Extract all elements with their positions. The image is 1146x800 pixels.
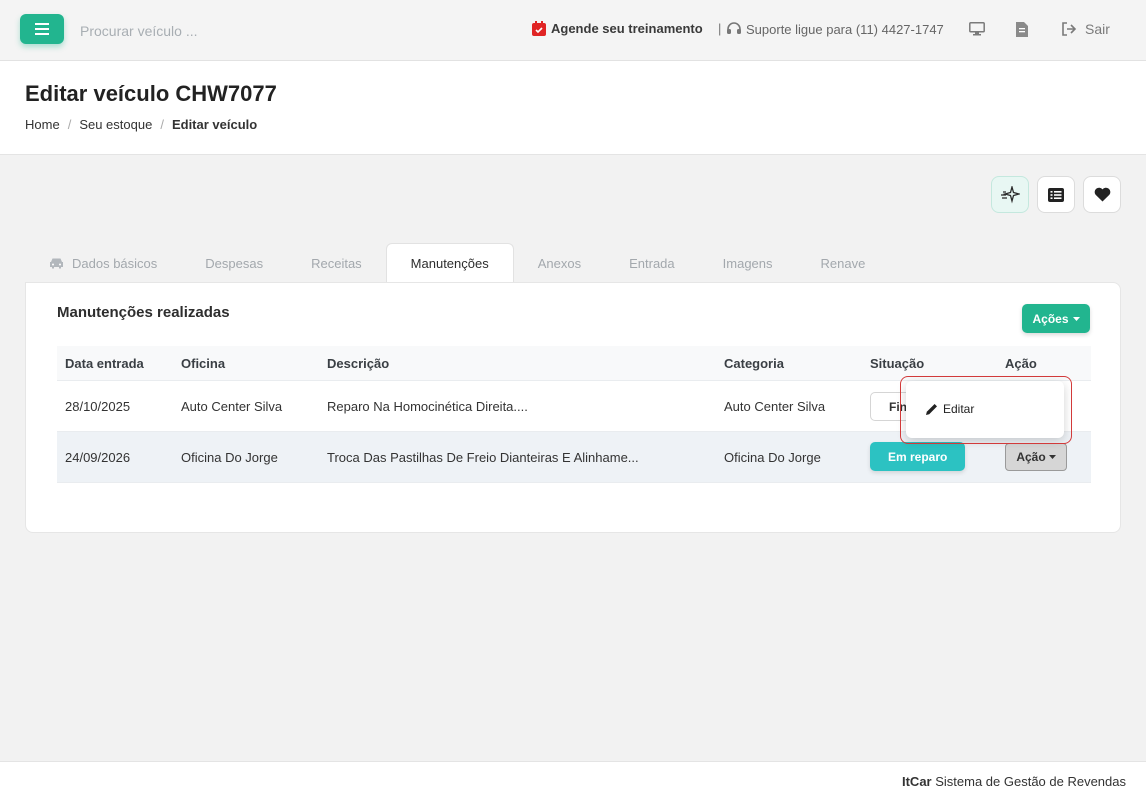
- tab-images[interactable]: Imagens: [699, 243, 797, 283]
- list-button[interactable]: [1037, 176, 1075, 213]
- cell-shop: Auto Center Silva: [181, 398, 283, 414]
- actions-label: Ações: [1032, 311, 1069, 326]
- page-title: Editar veículo CHW7077: [25, 81, 277, 106]
- menu-button[interactable]: [20, 14, 64, 44]
- breadcrumb-current: Editar veículo: [171, 117, 258, 132]
- cell-category: Auto Center Silva: [724, 398, 826, 414]
- tab-attachments[interactable]: Anexos: [514, 243, 605, 283]
- list-icon: [1048, 187, 1064, 202]
- tab-label: Imagens: [722, 255, 773, 271]
- column-header: Situação: [870, 355, 925, 371]
- footer-tagline: Sistema de Gestão de Revendas: [931, 774, 1126, 789]
- column-header: Data entrada: [65, 355, 144, 371]
- tab-label: Despesas: [205, 255, 264, 271]
- logout-label: Sair: [1085, 21, 1110, 37]
- tab-label: Dados básicos: [72, 255, 158, 271]
- breadcrumb-separator: /: [67, 117, 72, 132]
- heart-icon: [1094, 187, 1110, 202]
- card-title: Manutenções realizadas: [57, 304, 230, 321]
- breadcrumb-stock[interactable]: Seu estoque: [79, 117, 152, 132]
- cell-description: Reparo Na Homocinética Direita....: [327, 398, 528, 414]
- column-header: Oficina: [181, 355, 226, 371]
- tab-label: Manutenções: [410, 256, 489, 271]
- document-icon[interactable]: [1016, 22, 1028, 37]
- row-action-label: Ação: [1016, 450, 1046, 464]
- tab-label: Entrada: [629, 255, 675, 271]
- status-button[interactable]: Em reparo: [870, 442, 966, 471]
- breadcrumb: Home / Seu estoque / Editar veículo: [25, 117, 257, 132]
- monitor-icon[interactable]: [969, 22, 985, 36]
- column-header: Descrição: [327, 355, 390, 371]
- tab-label: Anexos: [537, 255, 582, 271]
- cell-category: Oficina Do Jorge: [724, 449, 821, 465]
- tab-basic-data[interactable]: Dados básicos: [25, 243, 181, 283]
- caret-down-icon: [1048, 455, 1056, 459]
- breadcrumb-home[interactable]: Home: [25, 117, 60, 132]
- cell-date: 28/10/2025: [65, 398, 131, 414]
- logout-button[interactable]: Sair: [1061, 21, 1110, 37]
- tab-entry[interactable]: Entrada: [605, 243, 699, 283]
- breadcrumb-separator: /: [160, 117, 164, 132]
- row-action-button[interactable]: Ação: [1005, 443, 1067, 471]
- ai-button[interactable]: [991, 176, 1029, 213]
- tab-label: Renave: [820, 255, 866, 271]
- actions-button[interactable]: Ações: [1022, 304, 1090, 333]
- caret-down-icon: [1072, 316, 1080, 321]
- status-label: Em reparo: [888, 449, 948, 464]
- highlight-box: [900, 376, 1072, 444]
- support-info: Suporte ligue para (11) 4427-1747: [726, 21, 944, 37]
- support-label: Suporte ligue para (11) 4427-1747: [746, 21, 944, 37]
- cell-shop: Oficina Do Jorge: [181, 449, 278, 465]
- search-input[interactable]: [80, 20, 340, 42]
- page-header: Editar veículo CHW7077 Home / Seu estoqu…: [0, 61, 1146, 155]
- top-bar: Agende seu treinamento | Suporte ligue p…: [0, 0, 1146, 61]
- footer-text: ItCar Sistema de Gestão de Revendas: [902, 774, 1126, 789]
- tab-label: Receitas: [311, 255, 362, 271]
- tab-maintenance[interactable]: Manutenções: [385, 243, 514, 283]
- tab-expenses[interactable]: Despesas: [181, 243, 287, 283]
- cell-date: 24/09/2026: [65, 449, 131, 465]
- cell-description: Troca Das Pastilhas De Freio Dianteiras …: [327, 449, 639, 465]
- column-header: Categoria: [724, 355, 784, 371]
- column-header: Ação: [1005, 355, 1037, 371]
- logout-icon: [1062, 22, 1077, 36]
- calendar-icon: [532, 21, 546, 36]
- favorite-button[interactable]: [1083, 176, 1121, 213]
- headset-icon: [727, 22, 741, 34]
- footer-brand: ItCar: [901, 774, 932, 789]
- training-link[interactable]: Agende seu treinamento: [532, 21, 703, 36]
- tab-bar: Dados básicos Despesas Receitas Manutenç…: [25, 243, 889, 283]
- tab-renave[interactable]: Renave: [797, 243, 890, 283]
- separator: |: [718, 21, 722, 36]
- car-icon: [50, 258, 63, 269]
- menu-icon: [35, 23, 49, 35]
- sparkle-icon: [1001, 185, 1020, 203]
- tab-revenues[interactable]: Receitas: [287, 243, 386, 283]
- footer: ItCar Sistema de Gestão de Revendas: [0, 761, 1146, 800]
- training-label: Agende seu treinamento: [551, 21, 703, 36]
